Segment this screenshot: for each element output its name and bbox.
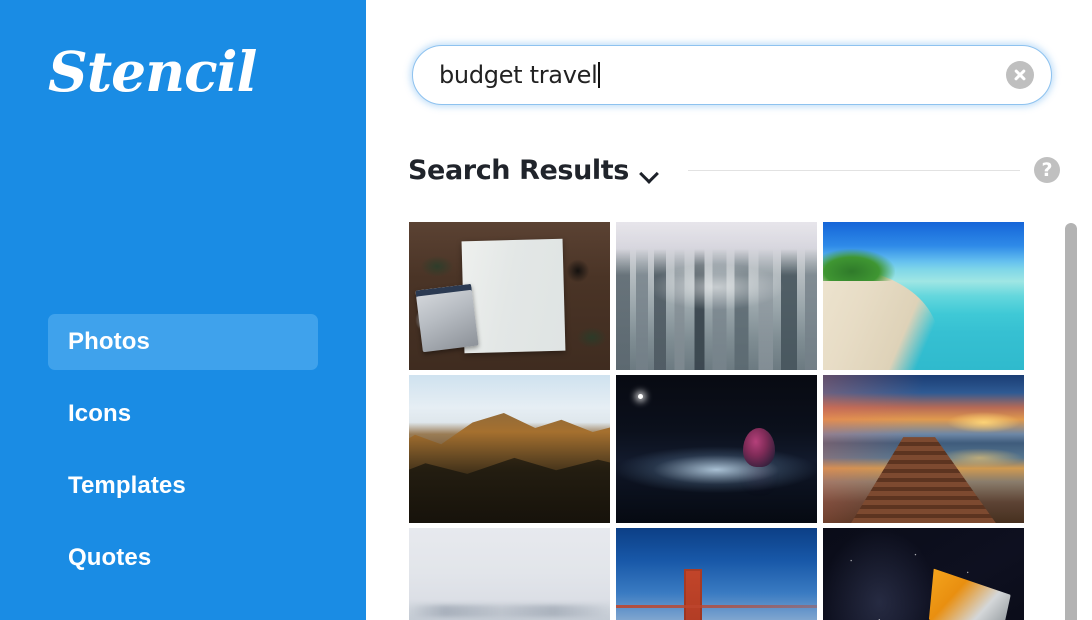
question-mark-icon[interactable]: ?: [1034, 157, 1060, 183]
photo-tile[interactable]: [409, 375, 610, 523]
sidebar-item-label: Templates: [68, 472, 186, 499]
search-input-value: budget travel: [439, 61, 601, 89]
sidebar-item-photos[interactable]: Photos: [48, 314, 318, 370]
main-content: budget travel Search Results ?: [366, 0, 1092, 620]
sidebar-item-templates[interactable]: Templates: [48, 458, 318, 514]
photo-tile[interactable]: [616, 375, 817, 523]
brand-logo[interactable]: Stencil: [48, 44, 257, 99]
results-scrollbar[interactable]: [1065, 220, 1077, 620]
photo-tile[interactable]: [823, 222, 1024, 370]
sidebar-nav: Photos Icons Templates Quotes: [0, 314, 366, 602]
photo-tile[interactable]: [823, 375, 1024, 523]
photo-tile[interactable]: [616, 528, 817, 620]
header-divider: [687, 169, 1020, 171]
photo-tile[interactable]: [409, 222, 610, 370]
sidebar-item-quotes[interactable]: Quotes: [48, 530, 318, 586]
photo-tile[interactable]: [823, 528, 1024, 620]
sidebar-item-label: Photos: [68, 328, 150, 355]
stencil-app: Stencil Photos Icons Templates Quotes bu…: [0, 0, 1092, 620]
photo-tile[interactable]: [616, 222, 817, 370]
photo-results-grid: [409, 222, 1026, 620]
search-input[interactable]: budget travel: [412, 45, 1052, 105]
chevron-down-icon[interactable]: [641, 167, 658, 177]
results-header: Search Results ?: [408, 148, 1060, 192]
sidebar-item-label: Quotes: [68, 544, 152, 571]
close-circle-icon[interactable]: [1006, 61, 1034, 89]
sidebar-item-icons[interactable]: Icons: [48, 386, 318, 442]
results-title: Search Results: [408, 154, 629, 186]
photo-tile[interactable]: [409, 528, 610, 620]
text-cursor: [598, 62, 601, 88]
sidebar: Stencil Photos Icons Templates Quotes: [0, 0, 366, 620]
search-bar: budget travel: [412, 45, 1052, 105]
scrollbar-thumb[interactable]: [1065, 223, 1077, 620]
sidebar-item-label: Icons: [68, 400, 132, 427]
